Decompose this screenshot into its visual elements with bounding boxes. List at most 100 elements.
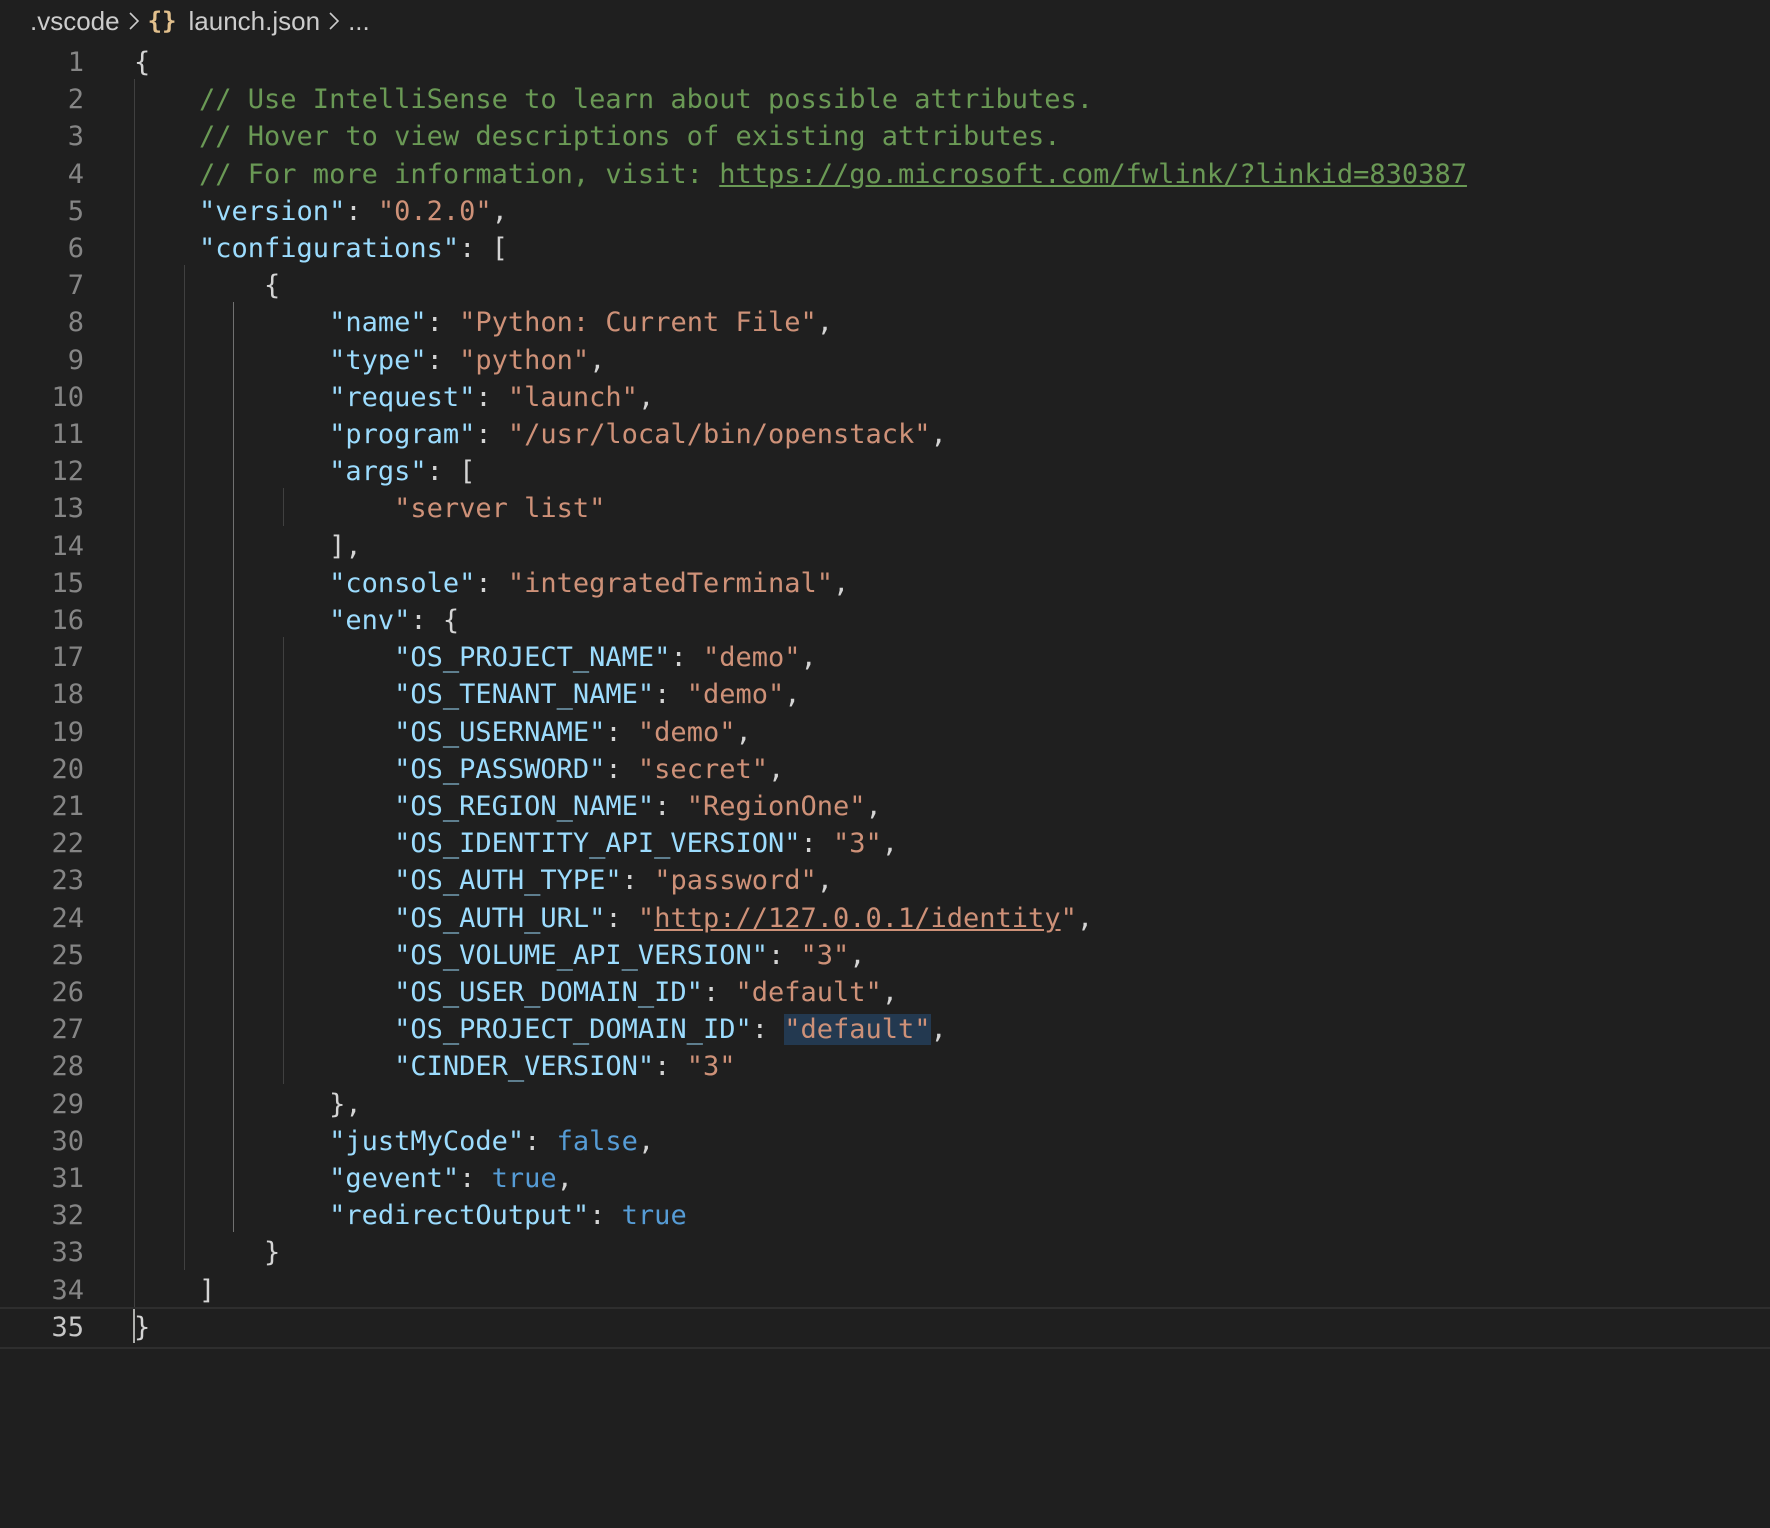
code-token: "default" [735,977,882,1008]
code-token: // For more information, visit: [134,158,720,190]
code-line[interactable]: 34 ] [0,1270,1770,1312]
code-token: : [605,716,638,748]
code-token: https://go.microsoft.com/fwlink/?linkid=… [719,158,1467,190]
breadcrumb-file[interactable]: launch.json [189,6,321,37]
line-code: "OS_USER_DOMAIN_ID": "default", [134,972,898,1014]
code-line[interactable]: 23 "OS_AUTH_TYPE": "password", [0,860,1770,902]
line-code: ], [134,526,362,568]
line-number: 11 [51,419,84,450]
line-number: 22 [51,828,84,860]
line-code: "OS_VOLUME_API_VERSION": "3", [134,935,866,977]
code-line[interactable]: 35} [0,1306,1770,1349]
line-code: "CINDER_VERSION": "3" [134,1046,735,1088]
indent-guide [282,488,284,526]
code-token: "3" [800,939,850,971]
code-token: ], [134,530,362,562]
code-line[interactable]: 21 "OS_REGION_NAME": "RegionOne", [0,786,1770,828]
code-line[interactable]: 16 "env": { [0,600,1770,642]
code-line[interactable]: 28 "CINDER_VERSION": "3" [0,1046,1770,1088]
code-line[interactable]: 10 "request": "launch", [0,377,1770,419]
code-token: ] [134,1274,216,1306]
code-line[interactable]: 27 "OS_PROJECT_DOMAIN_ID": "default", [0,1009,1770,1051]
code-line[interactable]: 6 "configurations": [ [0,228,1770,270]
code-token: "0.2.0" [377,195,492,227]
code-line[interactable]: 14 ], [0,526,1770,568]
code-line[interactable]: 13 "server list" [0,488,1770,530]
line-code: }, [134,1084,362,1126]
code-token: "3" [833,828,882,860]
line-number: 31 [51,1163,84,1194]
code-token: , [637,1125,655,1157]
code-token: : [767,939,801,971]
line-number: 10 [51,381,84,413]
code-token: "program" [134,419,476,450]
code-line[interactable]: 29 }, [0,1084,1770,1126]
code-token: "args" [134,456,427,488]
code-editor[interactable]: 1{2 // Use IntelliSense to learn about p… [0,42,1770,1528]
code-token: "3" [686,1051,736,1083]
code-line[interactable]: 2 // Use IntelliSense to learn about pos… [0,79,1770,121]
code-token: , [1076,902,1094,934]
code-line[interactable]: 9 "type": "python", [0,340,1770,382]
line-code: { [134,42,150,84]
code-token: "OS_AUTH_URL" [134,902,606,934]
code-token: "type" [134,344,427,376]
line-code: "program": "/usr/local/bin/openstack", [134,414,947,456]
code-token: "integratedTerminal" [507,567,833,599]
code-line[interactable]: 15 "console": "integratedTerminal", [0,563,1770,605]
line-code: // Hover to view descriptions of existin… [134,116,1061,158]
code-line[interactable]: 4 // For more information, visit: https:… [0,154,1770,196]
code-token: // Hover to view descriptions of existin… [134,121,1061,153]
code-token: , [849,939,866,971]
line-number: 34 [51,1274,84,1306]
breadcrumb-folder[interactable]: .vscode [30,6,120,37]
code-line[interactable]: 19 "OS_USERNAME": "demo", [0,712,1770,754]
code-token: // Use IntelliSense to learn about possi… [134,84,1094,116]
code-token: "server list" [134,493,606,525]
code-line[interactable]: 26 "OS_USER_DOMAIN_ID": "default", [0,972,1770,1014]
line-code: "OS_PROJECT_NAME": "demo", [134,637,817,679]
code-line[interactable]: 24 "OS_AUTH_URL": "http://127.0.0.1/iden… [0,898,1770,940]
line-number: 8 [67,307,84,339]
code-token: : [605,902,638,934]
code-token: " [637,902,655,934]
code-token: "demo" [702,642,801,674]
indent-guide [134,79,135,1307]
breadcrumb: .vscode {} launch.json ... [30,0,370,42]
code-line[interactable]: 11 "program": "/usr/local/bin/openstack"… [0,414,1770,456]
code-line[interactable]: 18 "OS_TENANT_NAME": "demo", [0,674,1770,716]
code-line[interactable]: 17 "OS_PROJECT_NAME": "demo", [0,637,1770,679]
code-line[interactable]: 32 "redirectOutput": true [0,1195,1770,1237]
line-code: } [134,1232,280,1274]
code-line[interactable]: 5 "version": "0.2.0", [0,191,1770,233]
code-line[interactable]: 30 "justMyCode": false, [0,1121,1770,1163]
code-token: "justMyCode" [134,1125,525,1157]
code-line[interactable]: 20 "OS_PASSWORD": "secret", [0,749,1770,791]
code-token: , [800,642,817,674]
code-line[interactable]: 3 // Hover to view descriptions of exist… [0,116,1770,158]
code-token: true [491,1163,557,1194]
code-token: "request" [134,381,476,413]
code-line[interactable]: 33 } [0,1232,1770,1274]
line-code: "OS_USERNAME": "demo", [134,712,752,754]
line-number: 17 [51,642,84,674]
indent-guide [282,637,284,1084]
code-line[interactable]: 1{ [0,42,1770,84]
code-line[interactable]: 7 { [0,265,1770,307]
code-token: : [345,195,378,227]
line-code: "OS_PASSWORD": "secret", [134,749,784,791]
breadcrumb-more[interactable]: ... [348,6,370,37]
code-token: "OS_USER_DOMAIN_ID" [134,977,703,1008]
code-line[interactable]: 8 "name": "Python: Current File", [0,302,1770,344]
code-token: : [605,753,638,785]
code-line[interactable]: 25 "OS_VOLUME_API_VERSION": "3", [0,935,1770,977]
code-line[interactable]: 12 "args": [ [0,451,1770,493]
code-line[interactable]: 22 "OS_IDENTITY_API_VERSION": "3", [0,823,1770,865]
code-line[interactable]: 31 "gevent": true, [0,1158,1770,1200]
code-token: , [556,1163,573,1194]
code-token: "version" [134,195,346,227]
line-code: "OS_PROJECT_DOMAIN_ID": "default", [134,1009,947,1051]
code-token: , [637,381,655,413]
code-token: : [654,679,687,711]
code-token: "RegionOne" [686,791,866,822]
